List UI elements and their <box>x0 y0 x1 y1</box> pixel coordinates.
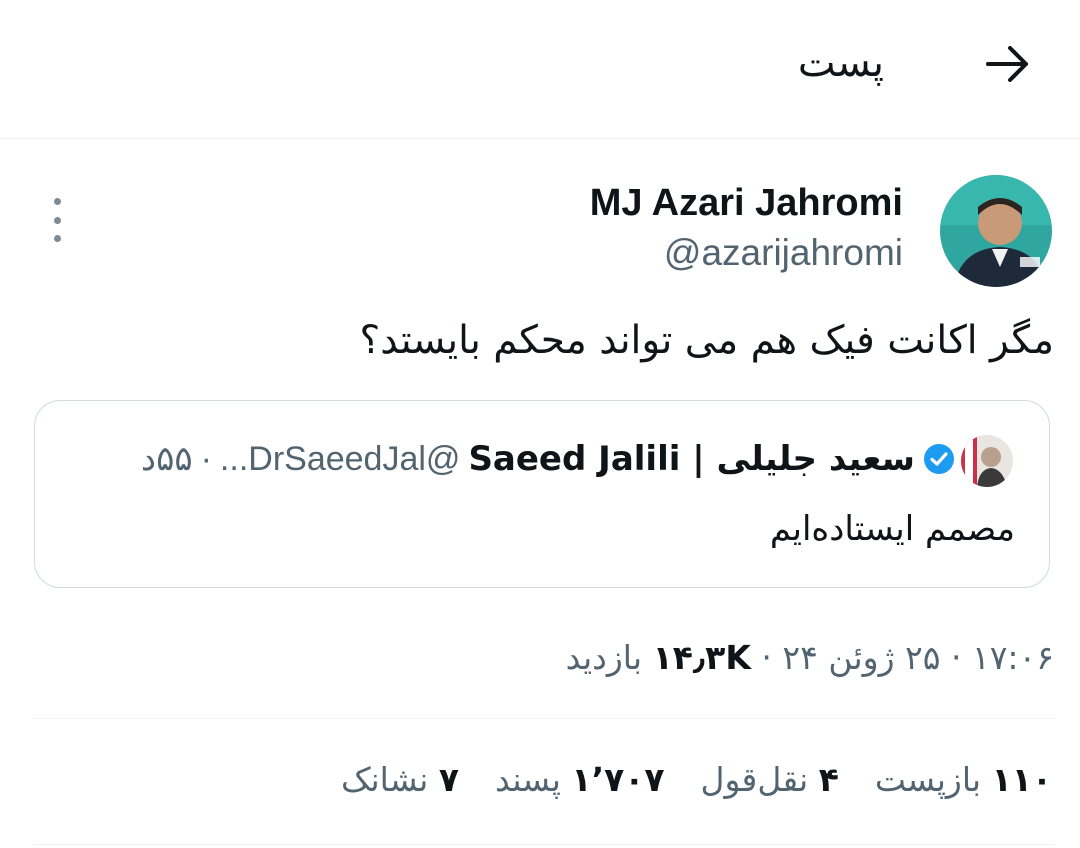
dot-icon <box>53 235 61 242</box>
views-count[interactable]: ۱۴٫۳K <box>653 638 751 677</box>
reposts-label: بازپست <box>874 760 982 799</box>
quotes-label: نقل‌قول <box>700 760 809 799</box>
engagement-stats: ۱۱۰ بازپست ۴ نقل‌قول ۱٬۷۰۷ پسند ۷ نشانک <box>341 760 1052 799</box>
separator-dot: · <box>200 439 212 478</box>
dot-icon <box>53 216 61 224</box>
more-options-button[interactable] <box>48 198 66 242</box>
quoted-author-handle: @DrSaeedJal... <box>219 439 461 478</box>
tweet-time: ۱۷:۰۶ <box>971 638 1054 677</box>
verified-badge-icon <box>924 444 954 474</box>
author-handle[interactable]: @azarijahromi <box>664 232 903 274</box>
likes-count: ۱٬۷۰۷ <box>571 760 665 799</box>
quotes-count: ۴ <box>818 760 839 799</box>
back-button[interactable] <box>978 38 1038 90</box>
likes-label: پسند <box>495 760 561 799</box>
tweet-metadata: ۱۷:۰۶ · ۲۵ ژوئن ۲۴ · ۱۴٫۳K بازدید <box>566 638 1054 677</box>
top-bar: پست <box>0 0 1080 139</box>
divider <box>34 844 1054 845</box>
quoted-text: مصمم ایستاده‌ایم <box>769 509 1015 549</box>
views-label: بازدید <box>565 638 643 677</box>
arrow-right-icon <box>986 46 1028 82</box>
author-name[interactable]: MJ Azari Jahromi <box>590 182 903 225</box>
quotes-stat[interactable]: ۴ نقل‌قول <box>701 760 839 799</box>
likes-stat[interactable]: ۱٬۷۰۷ پسند <box>495 760 665 799</box>
divider <box>34 718 1054 719</box>
author-avatar[interactable] <box>940 175 1052 287</box>
separator-dot: · <box>761 638 772 677</box>
tweet-date: ۲۵ ژوئن ۲۴ <box>782 638 941 677</box>
bookmarks-label: نشانک <box>340 760 429 799</box>
quoted-author-avatar <box>961 435 1013 487</box>
bookmarks-stat[interactable]: ۷ نشانک <box>341 760 459 799</box>
quoted-tweet-card[interactable]: سعید جلیلی | Saeed Jalili @DrSaeedJal...… <box>34 400 1050 588</box>
tweet-text: مگر اکانت فیک هم می تواند محکم بایستد؟ <box>359 318 1054 363</box>
separator-dot: · <box>950 638 962 677</box>
reposts-stat[interactable]: ۱۱۰ بازپست <box>875 760 1052 799</box>
page-title: پست <box>797 40 884 86</box>
quoted-author-name: سعید جلیلی | Saeed Jalili <box>468 439 915 479</box>
dot-icon <box>53 198 61 205</box>
quoted-age: ۵۵د <box>140 440 193 478</box>
quoted-header: سعید جلیلی | Saeed Jalili @DrSaeedJal...… <box>141 439 955 479</box>
reposts-count: ۱۱۰ <box>991 760 1052 799</box>
bookmarks-count: ۷ <box>438 760 460 799</box>
